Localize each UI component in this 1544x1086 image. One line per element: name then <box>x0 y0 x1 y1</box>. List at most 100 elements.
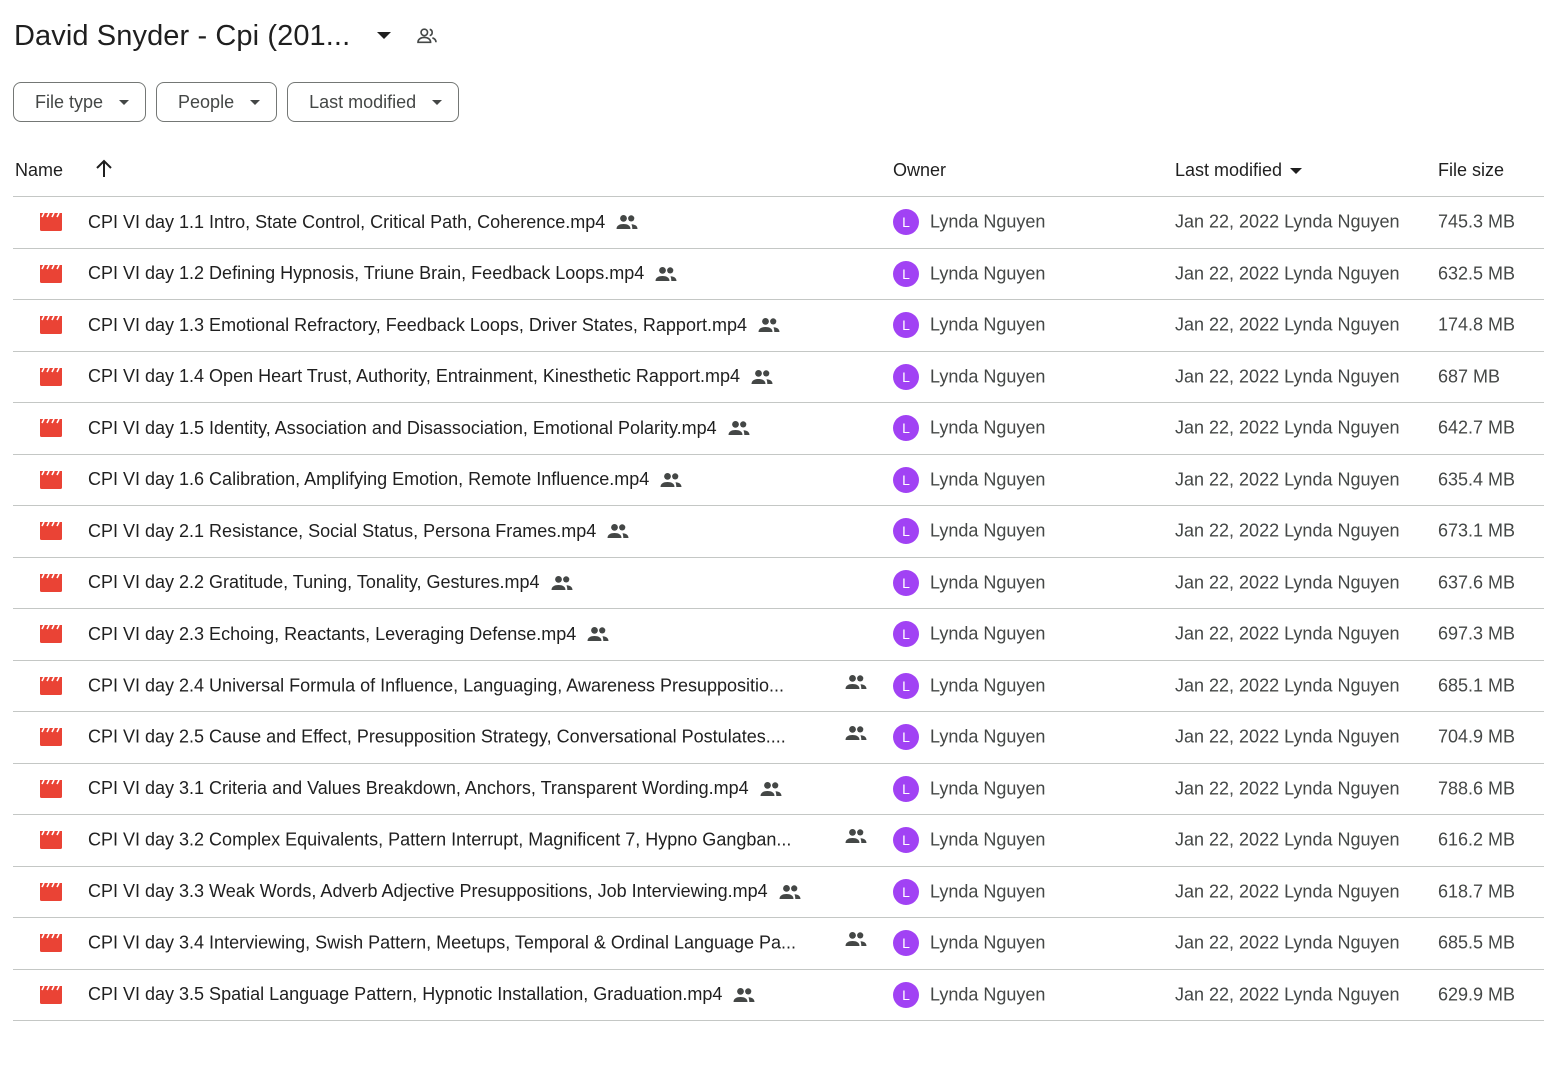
owner-avatar: L <box>893 621 919 648</box>
file-size-value: 618.7 MB <box>1438 881 1516 902</box>
file-name-cell: CPI VI day 1.4 Open Heart Trust, Authori… <box>88 365 774 389</box>
file-row[interactable]: CPI VI day 1.6 Calibration, Amplifying E… <box>13 455 1544 506</box>
shared-people-icon <box>844 828 868 852</box>
file-name: CPI VI day 2.1 Resistance, Social Status… <box>88 520 597 541</box>
owner-avatar: L <box>893 260 919 287</box>
file-row[interactable]: CPI VI day 1.1 Intro, State Control, Cri… <box>13 197 1544 249</box>
file-row[interactable]: CPI VI day 3.5 Spatial Language Pattern,… <box>13 970 1544 1021</box>
last-modified-value: Jan 22, 2022 Lynda Nguyen <box>1175 623 1400 644</box>
file-name: CPI VI day 3.4 Interviewing, Swish Patte… <box>88 932 797 953</box>
file-row[interactable]: CPI VI day 3.1 Criteria and Values Break… <box>13 764 1544 815</box>
file-size-value: 745.3 MB <box>1438 211 1516 232</box>
file-row[interactable]: CPI VI day 3.2 Complex Equivalents, Patt… <box>13 815 1544 867</box>
last-modified-filter[interactable]: Last modified <box>287 82 460 122</box>
owner-name: Lynda Nguyen <box>930 829 1046 850</box>
file-row[interactable]: CPI VI day 2.3 Echoing, Reactants, Lever… <box>13 609 1544 661</box>
owner-avatar: L <box>893 775 919 802</box>
owner-name: Lynda Nguyen <box>930 881 1046 902</box>
filter-chips: File type People Last modified <box>13 82 460 122</box>
video-file-icon <box>40 779 62 798</box>
shared-people-icon <box>750 365 774 389</box>
last-modified-value: Jan 22, 2022 Lynda Nguyen <box>1175 417 1400 438</box>
file-size-value: 687 MB <box>1438 366 1501 387</box>
owner-avatar: L <box>893 363 919 390</box>
file-size-value: 673.1 MB <box>1438 520 1516 541</box>
file-name-cell: CPI VI day 3.1 Criteria and Values Break… <box>88 777 783 801</box>
file-name-cell: CPI VI day 1.5 Identity, Association and… <box>88 416 751 440</box>
last-modified-value: Jan 22, 2022 Lynda Nguyen <box>1175 314 1400 335</box>
file-size-value: 174.8 MB <box>1438 314 1516 335</box>
last-modified-value: Jan 22, 2022 Lynda Nguyen <box>1175 984 1400 1005</box>
file-name: CPI VI day 3.1 Criteria and Values Break… <box>88 778 749 799</box>
video-file-icon <box>40 264 62 283</box>
owner-name: Lynda Nguyen <box>930 623 1046 644</box>
file-row[interactable]: CPI VI day 1.4 Open Heart Trust, Authori… <box>13 352 1544 403</box>
file-size-value: 685.5 MB <box>1438 932 1516 953</box>
column-last-modified-header[interactable]: Last modified <box>1175 160 1303 181</box>
file-name: CPI VI day 1.1 Intro, State Control, Cri… <box>88 211 606 232</box>
file-row[interactable]: CPI VI day 2.2 Gratitude, Tuning, Tonali… <box>13 558 1544 609</box>
last-modified-value: Jan 22, 2022 Lynda Nguyen <box>1175 778 1400 799</box>
owner-name: Lynda Nguyen <box>930 726 1046 747</box>
video-file-icon <box>40 933 62 953</box>
last-modified-value: Jan 22, 2022 Lynda Nguyen <box>1175 829 1400 850</box>
video-file-icon <box>40 521 62 541</box>
folder-title[interactable]: David Snyder - Cpi (201... <box>14 20 350 53</box>
column-header-row: Name Owner Last modified File size <box>0 148 1544 194</box>
column-name-header[interactable]: Name <box>15 160 63 181</box>
chevron-down-icon <box>250 99 261 105</box>
file-name: CPI VI day 2.5 Cause and Effect, Presupp… <box>88 726 786 747</box>
video-file-icon <box>40 676 62 695</box>
video-file-icon <box>40 882 62 901</box>
owner-avatar: L <box>893 518 919 545</box>
chevron-down-icon <box>119 99 130 105</box>
file-name: CPI VI day 2.3 Echoing, Reactants, Lever… <box>88 623 577 644</box>
owner-name: Lynda Nguyen <box>930 469 1046 490</box>
file-name: CPI VI day 3.2 Complex Equivalents, Patt… <box>88 829 792 850</box>
filter-label: Last modified <box>309 91 417 112</box>
owner-avatar: L <box>893 415 919 442</box>
owner-name: Lynda Nguyen <box>930 417 1046 438</box>
file-name-cell: CPI VI day 2.2 Gratitude, Tuning, Tonali… <box>88 571 574 595</box>
owner-avatar: L <box>893 981 919 1008</box>
last-modified-value: Jan 22, 2022 Lynda Nguyen <box>1175 469 1400 490</box>
caret-down-icon <box>1290 167 1303 174</box>
last-modified-value: Jan 22, 2022 Lynda Nguyen <box>1175 366 1400 387</box>
file-size-value: 697.3 MB <box>1438 623 1516 644</box>
folder-menu-chevron-down-icon[interactable] <box>372 24 396 48</box>
video-file-icon <box>40 624 62 644</box>
arrow-up-icon[interactable] <box>93 158 115 180</box>
column-file-size-header[interactable]: File size <box>1438 160 1504 181</box>
file-name-cell: CPI VI day 1.2 Defining Hypnosis, Triune… <box>88 262 678 286</box>
filter-label: File type <box>35 91 104 112</box>
file-name: CPI VI day 2.4 Universal Formula of Infl… <box>88 675 785 696</box>
owner-name: Lynda Nguyen <box>930 366 1046 387</box>
owner-name: Lynda Nguyen <box>930 263 1046 284</box>
file-row[interactable]: CPI VI day 3.3 Weak Words, Adverb Adject… <box>13 867 1544 918</box>
file-row[interactable]: CPI VI day 1.3 Emotional Refractory, Fee… <box>13 300 1544 352</box>
people-filter[interactable]: People <box>156 82 278 122</box>
file-row[interactable]: CPI VI day 2.4 Universal Formula of Infl… <box>13 661 1544 712</box>
file-row[interactable]: CPI VI day 3.4 Interviewing, Swish Patte… <box>13 918 1544 970</box>
file-row[interactable]: CPI VI day 1.2 Defining Hypnosis, Triune… <box>13 249 1544 300</box>
file-size-value: 685.1 MB <box>1438 675 1516 696</box>
file-row[interactable]: CPI VI day 1.5 Identity, Association and… <box>13 403 1544 455</box>
file-name: CPI VI day 1.2 Defining Hypnosis, Triune… <box>88 263 645 284</box>
file-type-filter[interactable]: File type <box>13 82 147 122</box>
column-last-modified-label: Last modified <box>1175 160 1283 180</box>
video-file-icon <box>40 830 62 850</box>
owner-name: Lynda Nguyen <box>930 314 1046 335</box>
file-row[interactable]: CPI VI day 2.5 Cause and Effect, Presupp… <box>13 712 1544 764</box>
shared-folder-people-icon[interactable] <box>414 23 440 49</box>
video-file-icon <box>40 418 62 438</box>
video-file-icon <box>40 573 62 592</box>
owner-name: Lynda Nguyen <box>930 211 1046 232</box>
last-modified-value: Jan 22, 2022 Lynda Nguyen <box>1175 211 1400 232</box>
file-row[interactable]: CPI VI day 2.1 Resistance, Social Status… <box>13 506 1544 558</box>
last-modified-value: Jan 22, 2022 Lynda Nguyen <box>1175 932 1400 953</box>
file-size-value: 704.9 MB <box>1438 726 1516 747</box>
owner-avatar: L <box>893 209 919 236</box>
shared-people-icon <box>844 674 868 698</box>
file-size-value: 632.5 MB <box>1438 263 1516 284</box>
owner-avatar: L <box>893 724 919 751</box>
